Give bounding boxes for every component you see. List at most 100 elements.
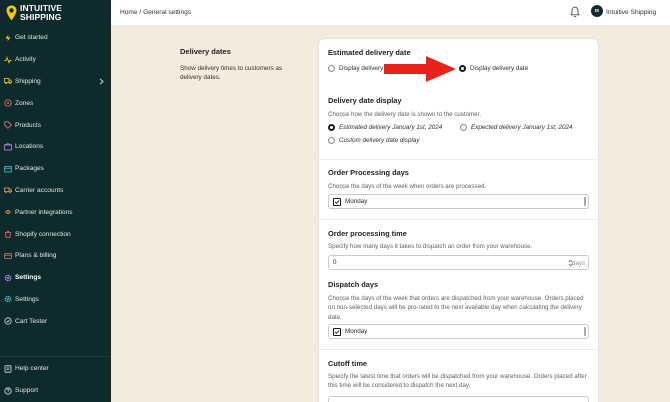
sidebar-item-help-center[interactable]: Help center (0, 358, 111, 380)
sidebar-item-products[interactable]: Products (0, 114, 111, 136)
sidebar-item-partner-integrations[interactable]: Partner integrations (0, 201, 111, 223)
location-pin-logo-icon (6, 5, 17, 21)
day-option-label: Monday (345, 328, 368, 335)
radio-indicator (328, 65, 335, 72)
cutoff-time-input[interactable] (328, 396, 589, 402)
processing-days-list[interactable]: Monday (328, 194, 589, 209)
sidebar-item-plans-billing[interactable]: Plans & billing (0, 245, 111, 267)
support-icon (4, 387, 12, 395)
gear-icon (4, 295, 12, 303)
sidebar-item-label: Plans & billing (15, 252, 57, 260)
sidebar-item-support[interactable]: Support (0, 380, 111, 402)
card-divider (319, 219, 598, 220)
zones-icon (4, 99, 12, 107)
activity-icon (4, 55, 12, 64)
sidebar-item-label: Products (15, 121, 42, 129)
delivery-display-subtitle: Choose how the delivery date is shown to… (328, 111, 482, 118)
radio-expected-delivery[interactable]: Expected delivery January 1st, 2024 (460, 124, 573, 131)
sidebar-item-label: Zones (15, 99, 34, 107)
sidebar-item-zones[interactable]: Zones (0, 92, 111, 114)
sidebar-item-label: Packages (15, 165, 44, 173)
processing-time-suffix: days (571, 260, 585, 267)
list-scrollbar[interactable] (584, 197, 586, 206)
sidebar-item-settings[interactable]: Settings (0, 289, 111, 311)
bell-icon[interactable] (570, 6, 580, 18)
sidebar-item-label: Activity (15, 56, 36, 64)
dispatch-days-list[interactable]: Monday (328, 324, 589, 339)
section-description: Show delivery times to customers as deli… (180, 65, 283, 81)
processing-time-input[interactable]: 0 days (328, 255, 589, 270)
shopify-icon (4, 230, 12, 238)
sidebar-item-label: Locations (15, 143, 44, 151)
radio-label: Estimated delivery January 1st, 2024 (339, 124, 443, 131)
delivery-settings-card: Estimated delivery date Display delivery… (319, 39, 598, 402)
sidebar-item-label: Support (15, 387, 39, 395)
sidebar-item-label: Settings (15, 295, 39, 303)
radio-indicator (328, 137, 335, 144)
sidebar-item-settings-active[interactable]: Settings (0, 267, 111, 289)
sidebar-item-label: Help center (15, 365, 49, 373)
sidebar-item-activity[interactable]: Activity (0, 49, 111, 71)
processing-time-value: 0 (333, 259, 337, 266)
radio-display-delivery-date[interactable]: Display delivery date (459, 65, 528, 72)
dispatch-days-subtitle: Choose the days of the week that orders … (328, 295, 584, 321)
bolt-icon (4, 34, 12, 42)
section-title: Delivery dates (180, 47, 231, 56)
sidebar-item-shipping[interactable]: Shipping (0, 71, 111, 93)
processing-time-title: Order processing time (328, 229, 407, 238)
card-divider (319, 349, 598, 350)
sidebar-item-cart-tester[interactable]: Cart Tester (0, 310, 111, 332)
radio-label: Custom delivery date display (339, 137, 420, 144)
dispatch-days-title: Dispatch days (328, 280, 379, 289)
package-icon (4, 165, 12, 173)
sidebar-item-locations[interactable]: Locations (0, 136, 111, 158)
store-name[interactable]: Intuitive Shipping (606, 9, 656, 16)
cutoff-time-subtitle: Specify the latest time that orders will… (328, 373, 587, 390)
help-icon (4, 365, 12, 373)
integrations-icon (4, 208, 12, 216)
breadcrumb[interactable]: Home / General settings (120, 9, 191, 16)
sidebar-item-get-started[interactable]: Get started (0, 27, 111, 49)
sidebar-item-carrier-accounts[interactable]: Carrier accounts (0, 180, 111, 202)
day-option-label: Monday (345, 198, 368, 205)
processing-time-subtitle: Specify how many days it takes to dispat… (328, 243, 533, 250)
checkbox-checked[interactable] (333, 327, 341, 336)
sidebar-bottom-nav: Help center Support (0, 358, 111, 402)
sidebar-item-label: Settings (15, 274, 42, 282)
radio-indicator (460, 124, 467, 131)
shipping-icon (4, 77, 12, 85)
sidebar-item-label: Cart Tester (15, 317, 48, 325)
radio-indicator-selected (328, 124, 335, 131)
chevron-right-icon (99, 78, 104, 85)
sidebar-nav: Get started Activity Shipping Zones Prod… (0, 27, 111, 332)
list-scrollbar[interactable] (584, 327, 586, 336)
sidebar-item-shopify-connection[interactable]: Shopify connection (0, 223, 111, 245)
cart-icon (4, 317, 12, 325)
cutoff-time-title: Cutoff time (328, 359, 367, 368)
sidebar-item-label: Partner integrations (15, 208, 73, 216)
radio-label: Display delivery date (470, 65, 529, 72)
brand-name-line2: SHIPPING (20, 11, 62, 22)
sidebar-item-packages[interactable]: Packages (0, 158, 111, 180)
avatar[interactable]: IS (591, 5, 603, 17)
sidebar-divider (0, 356, 111, 357)
sidebar-item-label: Shipping (15, 77, 41, 85)
radio-estimated-delivery[interactable]: Estimated delivery January 1st, 2024 (328, 124, 442, 131)
sidebar-item-label: Carrier accounts (15, 186, 64, 194)
gear-icon (4, 274, 12, 282)
delivery-display-title: Delivery date display (328, 96, 402, 105)
radio-label: Display delivery d (339, 65, 389, 72)
radio-custom-delivery[interactable]: Custom delivery date display (328, 137, 420, 144)
processing-days-title: Order Processing days (328, 168, 409, 177)
brand-logo[interactable]: INTUITIVE SHIPPING (6, 4, 62, 21)
card-divider (319, 159, 598, 160)
radio-label: Expected delivery January 1st, 2024 (471, 124, 573, 131)
billing-icon (4, 252, 12, 260)
sidebar-item-label: Get started (15, 34, 48, 42)
red-arrow-annotation (384, 56, 456, 82)
checkbox-checked[interactable] (333, 197, 341, 206)
sidebar: INTUITIVE SHIPPING Get started Activity … (0, 0, 111, 402)
carrier-icon (4, 186, 12, 194)
sidebar-item-label: Shopify connection (15, 230, 71, 238)
radio-display-delivery-days[interactable]: Display delivery d (328, 65, 388, 72)
